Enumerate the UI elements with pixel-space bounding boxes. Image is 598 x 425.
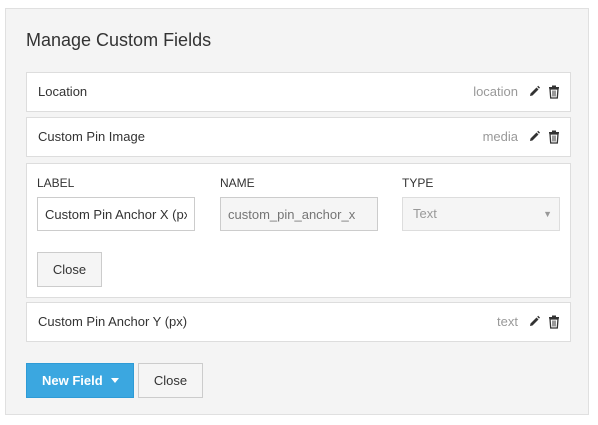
dialog-title: Manage Custom Fields	[26, 30, 212, 50]
trash-icon[interactable]	[548, 85, 560, 99]
trash-icon[interactable]	[548, 315, 560, 329]
caret-down-icon: ▼	[543, 209, 552, 219]
type-select-value: Text	[413, 206, 437, 221]
label-header: LABEL	[37, 176, 75, 190]
field-type: location	[473, 84, 518, 99]
field-type: media	[482, 129, 518, 144]
manage-custom-fields-dialog: Manage Custom Fields Location location C…	[5, 8, 589, 415]
field-row-custom-pin-anchor-y: Custom Pin Anchor Y (px) text	[26, 302, 571, 342]
new-field-label: New Field	[42, 373, 103, 388]
pencil-icon[interactable]	[528, 315, 540, 329]
pencil-icon[interactable]	[528, 85, 540, 99]
field-row-location: Location location	[26, 72, 571, 112]
field-label: Custom Pin Anchor Y (px)	[38, 314, 188, 329]
field-label: Location	[38, 84, 88, 99]
field-type: text	[497, 314, 518, 329]
type-header: TYPE	[402, 176, 434, 190]
new-field-button[interactable]: New Field	[26, 363, 134, 398]
caret-down-icon	[111, 378, 119, 383]
field-editor: LABEL NAME TYPE Text ▼ Close	[26, 163, 571, 298]
type-select[interactable]: Text ▼	[402, 197, 560, 231]
editor-close-button[interactable]: Close	[37, 252, 102, 287]
field-row-custom-pin-image: Custom Pin Image media	[26, 117, 571, 157]
pencil-icon[interactable]	[528, 130, 540, 144]
field-label: Custom Pin Image	[38, 129, 145, 144]
close-button[interactable]: Close	[138, 363, 203, 398]
label-input[interactable]	[37, 197, 195, 231]
trash-icon[interactable]	[548, 130, 560, 144]
name-header: NAME	[220, 176, 255, 190]
name-input[interactable]	[220, 197, 378, 231]
